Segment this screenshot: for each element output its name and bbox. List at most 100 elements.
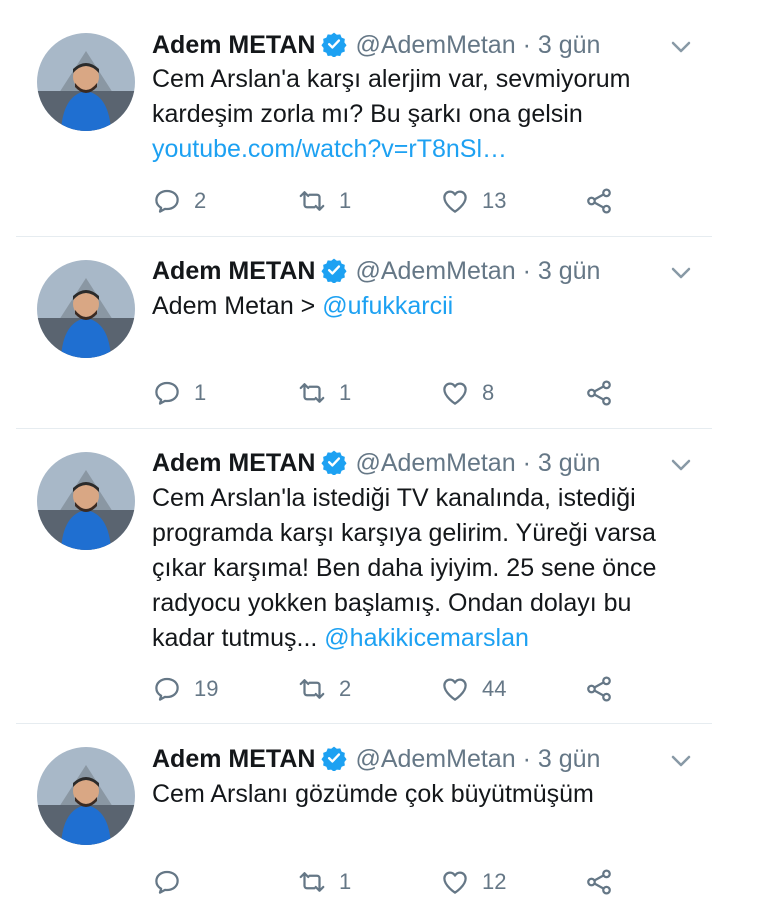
reply-icon [155, 677, 179, 701]
avatar[interactable] [37, 747, 135, 845]
share-button[interactable] [584, 865, 614, 899]
author-name[interactable]: Adem METAN [152, 31, 315, 59]
tweet-header: Adem METAN @AdemMetan · 3 gün [152, 256, 600, 286]
share-button[interactable] [584, 672, 614, 706]
avatar[interactable] [37, 452, 135, 550]
author-name[interactable]: Adem METAN [152, 257, 315, 285]
share-icon [587, 676, 611, 702]
tweet-line: Cem Arslan'la istediği TV kanalında, ist… [152, 481, 697, 516]
chevron-down-icon[interactable] [670, 754, 692, 768]
tweet-header: Adem METAN @AdemMetan · 3 gün [152, 448, 600, 478]
tweet-line-text: kadar tutmuş... [152, 624, 325, 652]
avatar-photo [37, 747, 135, 845]
author-name[interactable]: Adem METAN [152, 745, 315, 773]
tweet-line: Cem Arslanı gözümde çok büyütmüşüm [152, 777, 697, 812]
chevron-down-icon[interactable] [670, 40, 692, 54]
author-handle[interactable]: @AdemMetan [355, 745, 515, 773]
verified-badge-icon [321, 32, 348, 57]
tweet-actions: 1 12 [152, 865, 622, 899]
tweet-line: youtube.com/watch?v=rT8nSl… [152, 132, 697, 167]
reply-count: 1 [194, 380, 207, 405]
tweet-timestamp[interactable]: 3 gün [538, 449, 601, 477]
reply-icon [155, 870, 179, 894]
share-icon [587, 188, 611, 214]
like-count: 12 [482, 869, 507, 894]
heart-icon [443, 871, 467, 894]
tweet-line-text: çıkar karşıma! Ben daha iyiyim. 25 sene … [152, 554, 657, 582]
tweet-line-text: programda karşı karşıya gelirim. Yüreği … [152, 519, 656, 547]
tweet-link[interactable]: youtube.com/watch?v=rT8nSl… [152, 135, 507, 163]
retweet-button[interactable]: 2 [297, 672, 351, 706]
tweet-text: Adem Metan > @ufukkarcii [152, 289, 697, 324]
mention-link[interactable]: @hakikicemarslan [324, 624, 529, 652]
retweet-count: 1 [339, 869, 352, 894]
tweet-line: Adem Metan > @ufukkarcii [152, 289, 697, 324]
reply-button[interactable]: 2 [152, 184, 206, 218]
tweet-line-text: Adem Metan > [152, 292, 323, 320]
tweet-text: Cem Arslan'a karşı alerjim var, sevmiyor… [152, 62, 697, 167]
tweet[interactable]: Adem METAN @AdemMetan · 3 gün Cem Arslan'… [0, 0, 712, 237]
mention-link[interactable]: @ufukkarcii [322, 292, 453, 320]
retweet-icon [299, 679, 325, 699]
tweet-line: radyocu yokken başlamış. Ondan dolayı bu [152, 586, 697, 621]
reply-count: 2 [194, 188, 207, 213]
tweet-header: Adem METAN @AdemMetan · 3 gün [152, 30, 600, 60]
avatar-photo [37, 260, 135, 358]
tweet-header: Adem METAN @AdemMetan · 3 gün [152, 744, 600, 774]
share-button[interactable] [584, 184, 614, 218]
tweet-line: programda karşı karşıya gelirim. Yüreği … [152, 516, 697, 551]
reply-button[interactable]: 1 [152, 376, 206, 410]
tweet[interactable]: Adem METAN @AdemMetan · 3 gün Cem Arslan'… [0, 429, 712, 724]
tweet-timestamp[interactable]: 3 gün [538, 745, 601, 773]
like-button[interactable]: 44 [440, 672, 506, 706]
retweet-icon [299, 383, 325, 403]
avatar-photo [37, 452, 135, 550]
chevron-down-icon[interactable] [670, 266, 692, 280]
author-name[interactable]: Adem METAN [152, 449, 315, 477]
heart-icon [443, 382, 467, 405]
like-button[interactable]: 8 [440, 376, 494, 410]
tweet-line: kadar tutmuş... @hakikicemarslan [152, 621, 697, 656]
tweet-timestamp[interactable]: 3 gün [538, 257, 601, 285]
tweet-line-text: Cem Arslanı gözümde çok büyütmüşüm [152, 780, 594, 808]
tweet-actions: 19 2 44 [152, 672, 622, 706]
retweet-button[interactable]: 1 [297, 376, 351, 410]
tweet-line-text: Cem Arslan'a karşı alerjim var, sevmiyor… [152, 65, 631, 93]
reply-button[interactable]: 19 [152, 672, 218, 706]
tweet-timestamp[interactable]: 3 gün [538, 31, 601, 59]
tweet-line: kardeşim zorla mı? Bu şarkı ona gelsin [152, 97, 697, 132]
share-icon [587, 869, 611, 895]
avatar[interactable] [37, 260, 135, 358]
like-button[interactable]: 12 [440, 865, 506, 899]
heart-icon [443, 190, 467, 213]
tweet-actions: 1 1 8 [152, 376, 622, 410]
tweet-line: Cem Arslan'a karşı alerjim var, sevmiyor… [152, 62, 697, 97]
author-handle[interactable]: @AdemMetan [355, 31, 515, 59]
avatar[interactable] [37, 33, 135, 131]
tweet-text: Cem Arslan'la istediği TV kanalında, ist… [152, 481, 697, 656]
tweet-actions: 2 1 13 [152, 184, 622, 218]
avatar-photo [37, 33, 135, 131]
author-handle[interactable]: @AdemMetan [355, 449, 515, 477]
like-button[interactable]: 13 [440, 184, 506, 218]
tweet-line-text: radyocu yokken başlamış. Ondan dolayı bu [152, 589, 632, 617]
retweet-count: 1 [339, 380, 352, 405]
tweet[interactable]: Adem METAN @AdemMetan · 3 gün Adem Metan … [0, 237, 712, 429]
tweet-line-text: kardeşim zorla mı? Bu şarkı ona gelsin [152, 100, 583, 128]
author-handle[interactable]: @AdemMetan [355, 257, 515, 285]
retweet-icon [299, 191, 325, 211]
header-separator: · [522, 449, 531, 477]
tweet-text: Cem Arslanı gözümde çok büyütmüşüm [152, 777, 697, 812]
chevron-down-icon[interactable] [670, 458, 692, 472]
tweet-line-text: Cem Arslan'la istediği TV kanalında, ist… [152, 484, 636, 512]
reply-icon [155, 189, 179, 213]
header-separator: · [522, 31, 531, 59]
share-button[interactable] [584, 376, 614, 410]
reply-button[interactable] [152, 865, 194, 899]
heart-icon [443, 678, 467, 701]
retweet-button[interactable]: 1 [297, 865, 351, 899]
like-count: 44 [482, 676, 507, 701]
verified-badge-icon [321, 258, 348, 283]
retweet-button[interactable]: 1 [297, 184, 351, 218]
tweet[interactable]: Adem METAN @AdemMetan · 3 gün Cem Arslanı… [0, 724, 712, 910]
